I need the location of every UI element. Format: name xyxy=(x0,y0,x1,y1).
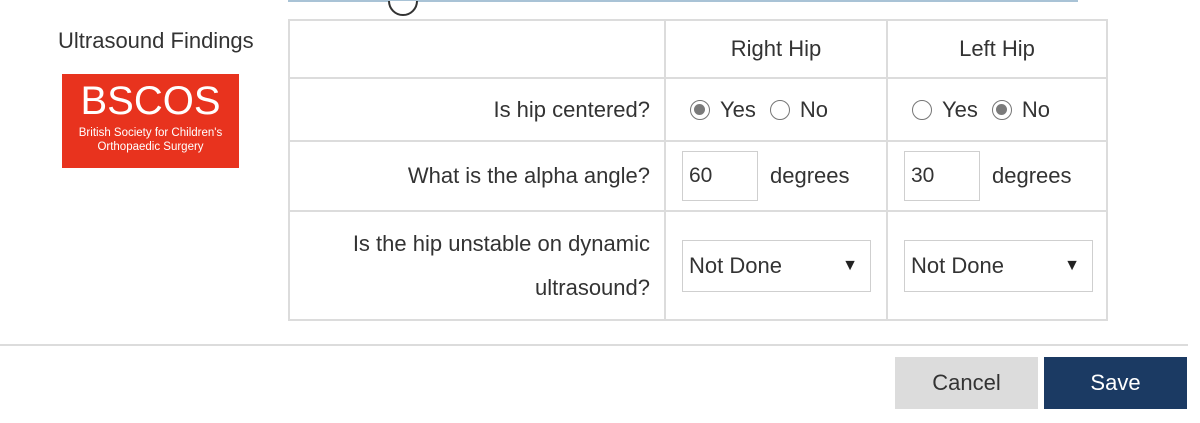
left-alpha-input[interactable]: 30 xyxy=(904,151,980,201)
right-dynamic-cell: Not Done ▼ xyxy=(664,210,888,321)
question-dynamic-line2: ultrasound? xyxy=(535,274,650,300)
bscos-logo: BSCOS British Society for Children's Ort… xyxy=(62,74,239,168)
question-dynamic-line1: Is the hip unstable on dynamic xyxy=(352,230,650,256)
header-question xyxy=(288,19,666,79)
right-centered-no-radio[interactable] xyxy=(769,99,790,120)
chevron-down-icon: ▼ xyxy=(1064,256,1080,274)
left-centered-no-radio[interactable] xyxy=(991,99,1012,120)
right-centered-cell: Yes No xyxy=(664,77,888,142)
divider xyxy=(0,344,1188,346)
left-alpha-unit: degrees xyxy=(992,163,1072,188)
row-alpha-angle: What is the alpha angle? 60 degrees 30 d… xyxy=(288,140,1108,212)
right-centered-yes-radio[interactable] xyxy=(690,99,710,120)
header-right-hip: Right Hip xyxy=(664,19,888,79)
right-dynamic-value: Not Done xyxy=(689,252,782,278)
left-alpha-cell: 30 degrees xyxy=(886,140,1108,212)
left-dynamic-select[interactable]: Not Done ▼ xyxy=(904,239,1093,292)
right-alpha-unit: degrees xyxy=(770,163,850,188)
header-left-hip: Left Hip xyxy=(886,19,1108,79)
logo-sub-text-2: Orthopaedic Surgery xyxy=(97,141,204,153)
save-button[interactable]: Save xyxy=(1044,357,1187,409)
question-alpha-angle: What is the alpha angle? xyxy=(288,140,666,212)
findings-table: Right Hip Left Hip Is hip centered? Yes … xyxy=(288,19,1108,321)
section-title: Ultrasound Findings xyxy=(58,28,254,53)
left-dynamic-cell: Not Done ▼ xyxy=(886,210,1108,321)
right-centered-no-label: No xyxy=(799,96,829,122)
right-alpha-input[interactable]: 60 xyxy=(682,151,758,201)
logo-sub-text-1: British Society for Children's xyxy=(78,127,223,139)
slider-handle[interactable] xyxy=(388,1,418,16)
chevron-down-icon: ▼ xyxy=(842,256,858,274)
left-centered-no-label: No xyxy=(1021,96,1051,122)
left-centered-yes-label: Yes xyxy=(942,96,978,122)
left-dynamic-value: Not Done xyxy=(911,252,1004,278)
cancel-button[interactable]: Cancel xyxy=(895,357,1038,409)
question-dynamic-ultrasound: Is the hip unstable on dynamic ultrasoun… xyxy=(288,210,666,321)
row-dynamic-ultrasound: Is the hip unstable on dynamic ultrasoun… xyxy=(288,210,1108,321)
left-centered-cell: Yes No xyxy=(886,77,1108,142)
left-centered-yes-radio[interactable] xyxy=(912,99,932,120)
row-hip-centered: Is hip centered? Yes No Yes No xyxy=(288,77,1108,142)
right-centered-yes-label: Yes xyxy=(720,96,756,122)
table-header-row: Right Hip Left Hip xyxy=(288,19,1108,79)
question-hip-centered: Is hip centered? xyxy=(288,77,666,142)
right-alpha-cell: 60 degrees xyxy=(664,140,888,212)
logo-main-text: BSCOS xyxy=(80,79,221,123)
right-dynamic-select[interactable]: Not Done ▼ xyxy=(682,239,871,292)
